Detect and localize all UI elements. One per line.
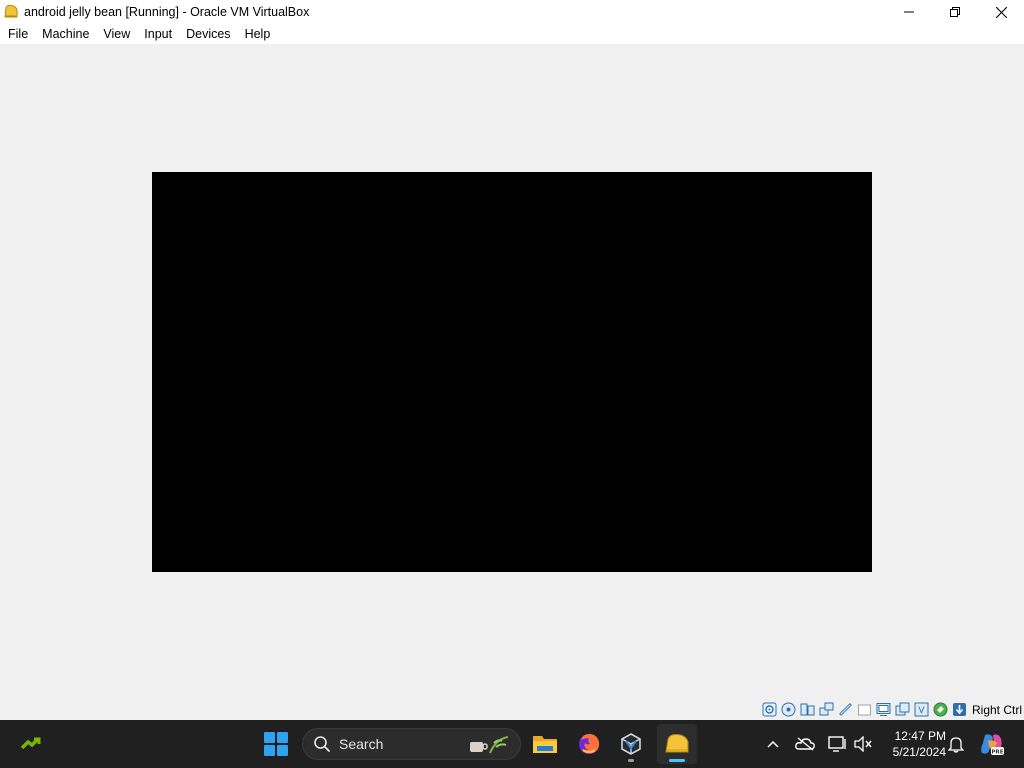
host-key-label: Right Ctrl bbox=[971, 702, 1022, 717]
keyboard-capture-icon[interactable] bbox=[951, 701, 968, 718]
network-icon[interactable] bbox=[818, 701, 835, 718]
status-bar: V Right Ctrl bbox=[0, 698, 1024, 720]
display-network-icon[interactable] bbox=[825, 720, 849, 768]
usb-icon[interactable] bbox=[837, 701, 854, 718]
close-button[interactable] bbox=[978, 0, 1024, 24]
shared-folders-icon[interactable] bbox=[856, 701, 873, 718]
start-tile bbox=[264, 745, 275, 756]
search-icon bbox=[313, 735, 331, 753]
audio-icon[interactable] bbox=[799, 701, 816, 718]
search-label: Search bbox=[339, 736, 384, 752]
minimize-button[interactable] bbox=[886, 0, 932, 24]
menu-file[interactable]: File bbox=[2, 24, 34, 44]
minimize-icon bbox=[904, 11, 914, 13]
menu-machine[interactable]: Machine bbox=[36, 24, 95, 44]
virtualization-icon[interactable]: V bbox=[913, 701, 930, 718]
taskbar: Search 12:47 PM 5/21/2024 PRE bbox=[0, 720, 1024, 768]
menu-help[interactable]: Help bbox=[239, 24, 277, 44]
menu-view[interactable]: View bbox=[97, 24, 136, 44]
virtualbox-vm-icon bbox=[3, 4, 19, 20]
notification-bell-icon[interactable] bbox=[945, 720, 967, 768]
start-tile bbox=[277, 745, 288, 756]
hard-disk-icon[interactable] bbox=[761, 701, 778, 718]
maximize-icon bbox=[950, 7, 960, 17]
mouse-integration-icon[interactable] bbox=[932, 701, 949, 718]
display-icon[interactable] bbox=[875, 701, 892, 718]
vm-window-active-indicator bbox=[669, 759, 685, 762]
speaker-muted-icon[interactable] bbox=[851, 720, 875, 768]
firefox-icon[interactable] bbox=[569, 724, 609, 764]
file-explorer-icon[interactable] bbox=[525, 724, 565, 764]
system-clock[interactable]: 12:47 PM 5/21/2024 bbox=[880, 728, 946, 760]
virtualbox-running-indicator bbox=[628, 759, 634, 762]
virtualbox-icon[interactable] bbox=[611, 724, 651, 764]
close-icon bbox=[995, 6, 1007, 18]
svg-text:V: V bbox=[918, 706, 925, 716]
search-highlight-icon bbox=[468, 733, 512, 757]
optical-drive-icon[interactable] bbox=[780, 701, 797, 718]
nvidia-icon[interactable] bbox=[20, 732, 44, 756]
menu-input[interactable]: Input bbox=[138, 24, 178, 44]
start-tile bbox=[264, 732, 275, 743]
onedrive-icon[interactable] bbox=[793, 720, 817, 768]
copilot-badge-label: PRE bbox=[991, 749, 1003, 755]
menu-bar: File Machine View Input Devices Help bbox=[0, 24, 1024, 44]
title-bar[interactable]: android jelly bean [Running] - Oracle VM… bbox=[0, 0, 1024, 24]
maximize-button[interactable] bbox=[932, 0, 978, 24]
clock-date: 5/21/2024 bbox=[892, 745, 946, 759]
taskbar-search-box[interactable]: Search bbox=[302, 728, 521, 760]
vm-display-area bbox=[0, 44, 1024, 698]
window-title: android jelly bean [Running] - Oracle VM… bbox=[24, 5, 310, 19]
start-tile bbox=[277, 732, 288, 743]
recording-icon[interactable] bbox=[894, 701, 911, 718]
menu-devices[interactable]: Devices bbox=[180, 24, 236, 44]
vm-window-icon[interactable] bbox=[657, 724, 697, 764]
chevron-up-icon[interactable] bbox=[762, 720, 784, 768]
clock-time: 12:47 PM bbox=[894, 729, 946, 743]
vm-screen[interactable] bbox=[152, 172, 872, 572]
copilot-icon[interactable]: PRE bbox=[978, 720, 1006, 768]
start-icon[interactable] bbox=[264, 732, 288, 756]
